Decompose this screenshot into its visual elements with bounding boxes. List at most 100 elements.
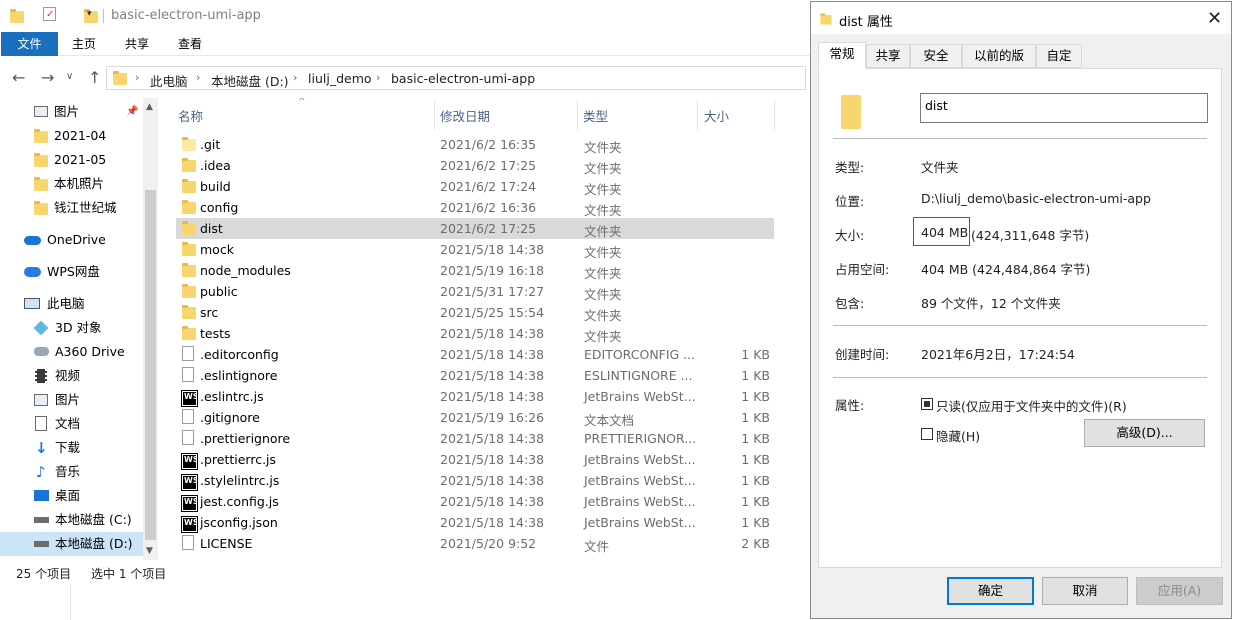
file-row[interactable]: WS jest.config.js 2021/5/18 14:38 JetBrains… xyxy=(176,491,774,512)
file-type: 文件夹 xyxy=(584,245,622,260)
apply-button[interactable]: 应用(A) xyxy=(1136,577,1223,605)
hidden-label[interactable]: 隐藏(H) xyxy=(936,426,980,445)
sidebar-item-local-photos[interactable]: 本机照片 xyxy=(34,172,142,196)
file-date: 2021/5/18 14:38 xyxy=(440,515,545,530)
file-row[interactable]: .eslintignore 2021/5/18 14:38 ESLINTIGNORE… xyxy=(176,365,774,386)
file-name: config xyxy=(200,200,239,215)
file-row[interactable]: WS jsconfig.json 2021/5/18 14:38 JetBrains … xyxy=(176,512,774,533)
sidebar-item-2021-05[interactable]: 2021-05 xyxy=(34,148,142,172)
sidebar-item-music[interactable]: ♪ 音乐 xyxy=(34,460,142,484)
customize-toolbar-icon[interactable]: ▾ xyxy=(87,9,92,19)
sidebar-item-desktop[interactable]: 桌面 xyxy=(34,484,142,508)
scroll-up-icon[interactable]: ▲ xyxy=(146,102,153,112)
column-header-type[interactable]: 类型 xyxy=(583,106,608,125)
file-row[interactable]: WS .prettierrc.js 2021/5/18 14:38 JetBrains… xyxy=(176,449,774,470)
breadcrumb-this-pc[interactable]: 此电脑 xyxy=(150,71,188,90)
pin-icon[interactable]: 📌 xyxy=(126,100,138,124)
file-row[interactable]: .idea 2021/6/2 17:25 文件夹 xyxy=(176,155,774,176)
column-separator[interactable] xyxy=(434,100,435,130)
file-row-partial[interactable] xyxy=(176,554,774,558)
tab-view[interactable]: 查看 xyxy=(166,32,214,56)
scrollbar-thumb[interactable] xyxy=(145,190,156,540)
a360-drive-icon xyxy=(34,347,49,356)
close-icon[interactable]: ✕ xyxy=(1207,8,1222,29)
address-bar[interactable]: › 此电脑 › 本地磁盘 (D:) › liulj_demo › basic-e… xyxy=(106,66,806,90)
file-row[interactable]: dist 2021/6/2 17:25 文件夹 xyxy=(176,218,774,239)
folder-name-input[interactable]: dist xyxy=(920,93,1208,123)
file-date: 2021/5/18 14:38 xyxy=(440,452,545,467)
file-row[interactable]: WS .eslintrc.js 2021/5/18 14:38 JetBrains W… xyxy=(176,386,774,407)
breadcrumb-chevron-icon[interactable]: › xyxy=(293,71,297,84)
file-row[interactable]: tests 2021/5/18 14:38 文件夹 xyxy=(176,323,774,344)
sidebar-item-pictures-pinned[interactable]: 图片 📌 xyxy=(34,100,142,124)
file-row[interactable]: .git 2021/6/2 16:35 文件夹 xyxy=(176,134,774,155)
tab-sharing[interactable]: 共享 xyxy=(866,44,910,68)
ok-button[interactable]: 确定 xyxy=(947,577,1034,605)
sidebar-item-downloads[interactable]: ↓ 下载 xyxy=(34,436,142,460)
column-header-date[interactable]: 修改日期 xyxy=(440,106,490,125)
tab-customize[interactable]: 自定义 xyxy=(1036,44,1082,85)
up-arrow-icon[interactable]: ↑ xyxy=(88,68,101,87)
column-separator[interactable] xyxy=(774,100,775,130)
hidden-checkbox[interactable] xyxy=(921,428,933,440)
file-row[interactable]: WS .stylelintrc.js 2021/5/18 14:38 JetBrain… xyxy=(176,470,774,491)
sidebar-item-wps-cloud[interactable]: WPS网盘 xyxy=(24,260,142,284)
sidebar-item-pictures[interactable]: 图片 xyxy=(34,388,142,412)
ribbon-tabs: 文件 主页 共享 查看 xyxy=(0,32,812,56)
sidebar-item-3d-objects[interactable]: 3D 对象 xyxy=(33,316,142,340)
advanced-button[interactable]: 高级(D)... xyxy=(1084,419,1205,447)
sidebar-item-2021-04[interactable]: 2021-04 xyxy=(34,124,142,148)
column-header-size[interactable]: 大小 xyxy=(704,106,729,125)
file-row[interactable]: src 2021/5/25 15:54 文件夹 xyxy=(176,302,774,323)
properties-icon[interactable]: ✓ xyxy=(43,7,56,21)
file-row[interactable]: .prettierignore 2021/5/18 14:38 PRETTIERIG… xyxy=(176,428,774,449)
tab-file[interactable]: 文件 xyxy=(1,32,58,56)
sidebar-item-videos[interactable]: 视频 xyxy=(34,364,142,388)
file-name: .prettierignore xyxy=(200,431,291,446)
forward-arrow-icon[interactable]: → xyxy=(41,68,54,87)
sidebar-item-this-pc[interactable]: 此电脑 xyxy=(24,292,142,316)
file-row[interactable]: public 2021/5/31 17:27 文件夹 xyxy=(176,281,774,302)
file-date: 2021/6/2 17:25 xyxy=(440,221,537,236)
file-name: tests xyxy=(200,326,231,341)
breadcrumb-chevron-icon[interactable]: › xyxy=(135,71,139,84)
column-header-name[interactable]: 名称 xyxy=(178,106,203,125)
file-row[interactable]: LICENSE 2021/5/20 9:52 文件 2 KB xyxy=(176,533,774,554)
file-row[interactable]: .gitignore 2021/5/19 16:26 文本文档 1 KB xyxy=(176,407,774,428)
sidebar-item-drive-c[interactable]: 本地磁盘 (C:) xyxy=(34,508,142,532)
sidebar-item-onedrive[interactable]: OneDrive xyxy=(24,228,142,252)
column-separator[interactable] xyxy=(577,100,578,130)
file-row[interactable]: build 2021/6/2 17:24 文件夹 xyxy=(176,176,774,197)
breadcrumb-current-folder[interactable]: basic-electron-umi-app xyxy=(391,71,535,86)
file-row[interactable]: .editorconfig 2021/5/18 14:38 EDITORCONFIG… xyxy=(176,344,774,365)
tab-security[interactable]: 安全 xyxy=(910,44,962,68)
breadcrumb-chevron-icon[interactable]: › xyxy=(196,71,200,84)
scroll-down-icon[interactable]: ▼ xyxy=(146,546,153,556)
file-type: JetBrains WebSt... xyxy=(584,515,696,530)
file-type: 文件夹 xyxy=(584,224,622,239)
cancel-button[interactable]: 取消 xyxy=(1042,577,1128,605)
column-separator[interactable] xyxy=(697,100,698,130)
sidebar-scrollbar[interactable]: ▲ ▼ xyxy=(143,98,158,560)
sidebar-item-drive-d[interactable]: 本地磁盘 (D:) xyxy=(0,532,143,556)
tab-previous-versions[interactable]: 以前的版本 xyxy=(962,44,1036,85)
readonly-label[interactable]: 只读(仅应用于文件夹中的文件)(R) xyxy=(936,396,1127,415)
sidebar-item-qianjiang[interactable]: 钱江世纪城 xyxy=(34,196,142,220)
sidebar-item-documents[interactable]: 文档 xyxy=(34,412,142,436)
tab-general[interactable]: 常规 xyxy=(818,42,866,69)
file-row[interactable]: node_modules 2021/5/19 16:18 文件夹 xyxy=(176,260,774,281)
breadcrumb-liulj-demo[interactable]: liulj_demo xyxy=(308,71,372,86)
breadcrumb-chevron-icon[interactable]: › xyxy=(376,71,380,84)
file-row[interactable]: config 2021/6/2 16:36 文件夹 xyxy=(176,197,774,218)
title-separator xyxy=(103,9,104,23)
tab-home[interactable]: 主页 xyxy=(60,32,108,56)
tab-share[interactable]: 共享 xyxy=(113,32,161,56)
file-date: 2021/6/2 17:25 xyxy=(440,158,537,173)
file-row[interactable]: mock 2021/5/18 14:38 文件夹 xyxy=(176,239,774,260)
recent-locations-chevron-icon[interactable]: ∨ xyxy=(66,71,73,82)
breadcrumb-drive-d[interactable]: 本地磁盘 (D:) xyxy=(211,71,289,90)
file-type: 文件 xyxy=(584,539,610,554)
sidebar-item-a360-drive[interactable]: A360 Drive xyxy=(34,340,142,364)
back-arrow-icon[interactable]: ← xyxy=(12,68,25,87)
readonly-checkbox[interactable] xyxy=(921,398,933,410)
